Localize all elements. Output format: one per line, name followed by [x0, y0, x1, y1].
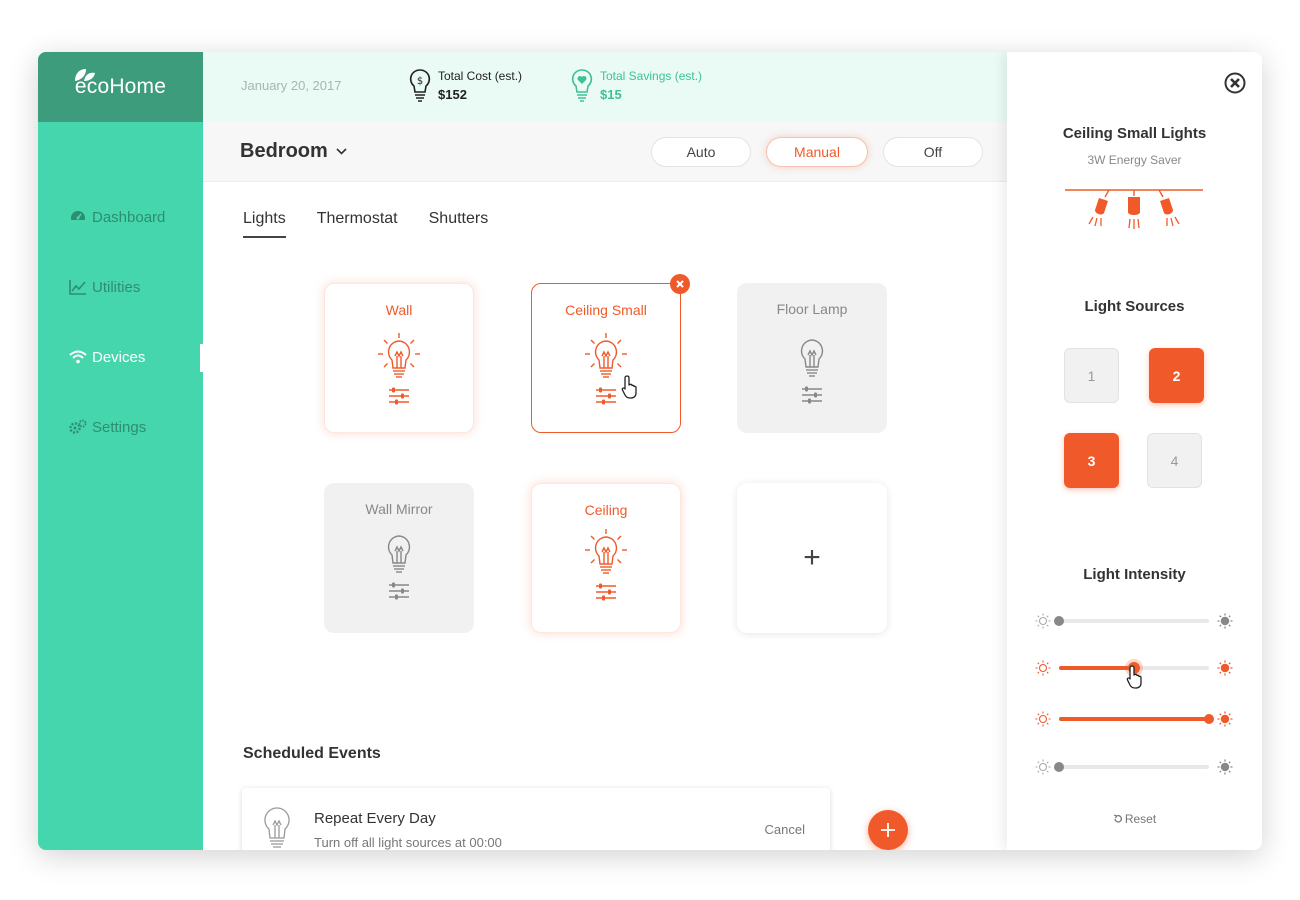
settings-sliders-icon[interactable] [595, 386, 617, 406]
bulb-heart-icon [571, 69, 593, 102]
room-selector[interactable]: Bedroom [240, 140, 347, 163]
main-content: Lights Thermostat Shutters Wall Ceiling … [203, 183, 1007, 850]
intensity-slider-3[interactable] [1035, 709, 1233, 729]
sun-bright-icon [1217, 759, 1233, 775]
chevron-down-icon [336, 148, 347, 155]
total-savings-label: Total Savings (est.) [600, 69, 703, 83]
total-cost-value: $152 [438, 87, 467, 102]
bulb-dollar-icon: $ [409, 69, 431, 102]
dashboard-icon [69, 208, 87, 226]
lightbulb-icon [378, 333, 420, 378]
light-source-4[interactable]: 4 [1147, 433, 1202, 488]
device-tabs: Lights Thermostat Shutters [243, 210, 519, 238]
mode-manual-button[interactable]: Manual [766, 137, 868, 167]
total-cost: $ Total Cost (est.) $152 [408, 68, 522, 106]
light-source-1[interactable]: 1 [1064, 348, 1119, 403]
leaf-icon [75, 69, 95, 81]
sun-bright-icon [1217, 711, 1233, 727]
tab-thermostat[interactable]: Thermostat [317, 210, 398, 238]
device-card-wall[interactable]: Wall [324, 283, 474, 433]
panel-title: Ceiling Small Lights [1062, 125, 1207, 142]
lightbulb-icon [264, 807, 290, 848]
sidebar-nav: Dashboard Utilities Devices Settings [38, 182, 203, 462]
reset-button[interactable]: Reset [1007, 812, 1262, 826]
current-date: January 20, 2017 [241, 78, 342, 93]
lightbulb-icon [387, 535, 411, 573]
intensity-slider-2[interactable] [1035, 658, 1233, 689]
sun-dim-icon [1035, 759, 1051, 775]
top-bar: January 20, 2017 $ Total Cost (est.) $15… [203, 52, 1007, 122]
plus-icon: + [803, 541, 821, 574]
hand-cursor-icon [621, 375, 637, 399]
reset-icon [1113, 814, 1122, 823]
settings-sliders-icon[interactable] [801, 385, 823, 405]
add-device-button[interactable]: + [737, 483, 887, 633]
remove-device-button[interactable] [670, 274, 690, 294]
settings-sliders-icon[interactable] [595, 582, 617, 602]
mode-off-button[interactable]: Off [883, 137, 983, 167]
sidebar-item-utilities[interactable]: Utilities [38, 252, 203, 322]
sun-bright-icon [1217, 660, 1233, 676]
sidebar-item-label: Dashboard [92, 208, 166, 226]
device-name: Floor Lamp [776, 301, 848, 317]
light-intensity-title: Light Intensity [1083, 566, 1186, 583]
device-name: Wall Mirror [365, 501, 433, 517]
sidebar-item-label: Utilities [92, 278, 141, 296]
panel-subtitle: 3W Energy Saver [1087, 153, 1182, 167]
light-source-3[interactable]: 3 [1064, 433, 1119, 488]
svg-text:$: $ [417, 76, 423, 87]
sidebar-item-devices[interactable]: Devices [38, 322, 203, 392]
wifi-icon [69, 348, 87, 366]
reset-label: Reset [1124, 812, 1157, 826]
sun-dim-icon [1035, 613, 1051, 629]
mode-auto-button[interactable]: Auto [651, 137, 751, 167]
room-bar: Bedroom Auto Manual Off [203, 122, 1007, 182]
intensity-slider-4[interactable] [1035, 757, 1233, 777]
sidebar-item-label: Devices [92, 348, 146, 366]
intensity-slider-1[interactable] [1035, 611, 1233, 631]
device-card-wall-mirror[interactable]: Wall Mirror [324, 483, 474, 633]
lightbulb-icon [800, 339, 824, 377]
sun-dim-icon [1035, 711, 1051, 727]
plus-icon [881, 823, 895, 837]
hand-cursor-icon [1126, 665, 1142, 689]
light-source-2[interactable]: 2 [1149, 348, 1204, 403]
device-card-floor-lamp[interactable]: Floor Lamp [737, 283, 887, 433]
sidebar-item-settings[interactable]: Settings [38, 392, 203, 462]
settings-sliders-icon[interactable] [388, 581, 410, 601]
cancel-event-button[interactable]: Cancel [765, 822, 805, 837]
device-card-ceiling-small[interactable]: Ceiling Small [531, 274, 690, 433]
logo[interactable]: ecoHome [38, 52, 203, 122]
event-description: Turn off all light sources at 00:00 [314, 835, 502, 850]
device-card-ceiling[interactable]: Ceiling [531, 483, 681, 633]
device-name: Ceiling [584, 502, 628, 518]
settings-sliders-icon[interactable] [388, 386, 410, 406]
device-name: Ceiling Small [565, 302, 647, 318]
gear-icon [69, 418, 87, 436]
sidebar-item-dashboard[interactable]: Dashboard [38, 182, 203, 252]
tab-lights[interactable]: Lights [243, 210, 286, 238]
close-icon[interactable] [1224, 72, 1246, 94]
total-savings: Total Savings (est.) $15 [570, 68, 702, 106]
ceiling-lights-icon [1065, 189, 1203, 229]
lightbulb-icon [585, 529, 627, 574]
tab-shutters[interactable]: Shutters [429, 210, 489, 238]
sidebar: ecoHome Dashboard Utilities Devices Sett… [38, 52, 203, 850]
chart-icon [69, 278, 87, 296]
scheduled-events-title: Scheduled Events [243, 745, 381, 762]
device-name: Wall [385, 302, 413, 318]
light-sources-title: Light Sources [1084, 298, 1185, 315]
event-title: Repeat Every Day [314, 810, 436, 827]
room-name: Bedroom [240, 140, 328, 162]
add-event-button[interactable] [868, 810, 908, 850]
sidebar-item-label: Settings [92, 418, 147, 436]
total-savings-value: $15 [600, 87, 622, 102]
app-window: ecoHome Dashboard Utilities Devices Sett… [38, 52, 1262, 850]
device-detail-panel: Ceiling Small Lights 3W Energy Saver Lig… [1007, 52, 1262, 850]
close-icon [676, 280, 684, 288]
total-cost-label: Total Cost (est.) [438, 69, 523, 83]
sun-bright-icon [1217, 613, 1233, 629]
sun-dim-icon [1035, 660, 1051, 676]
scheduled-event-card: Repeat Every Day Turn off all light sour… [242, 788, 830, 850]
